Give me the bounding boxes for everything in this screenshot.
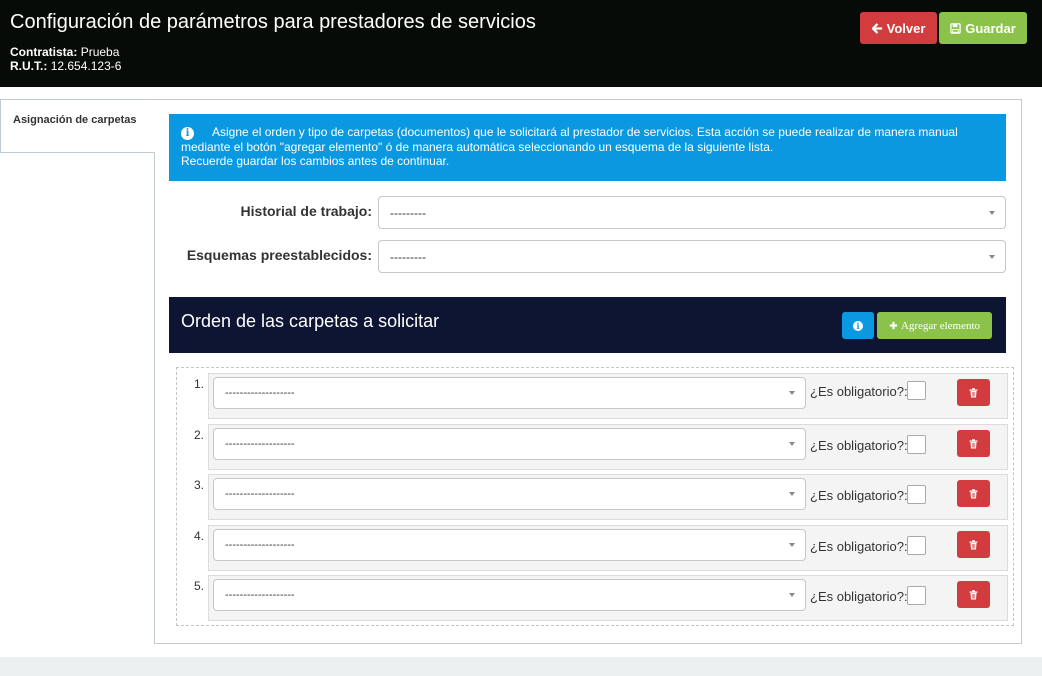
item-select-value: ------------------- xyxy=(225,589,295,601)
rut-value: 12.654.123-6 xyxy=(50,59,122,73)
page-header: Configuración de parámetros para prestad… xyxy=(0,0,1042,87)
tab-asignacion-carpetas[interactable]: Asignación de carpetas xyxy=(0,99,155,153)
delete-button[interactable] xyxy=(957,379,990,406)
obligatorio-checkbox[interactable] xyxy=(907,536,926,555)
chevron-down-icon xyxy=(789,593,795,597)
obligatorio-label: ¿Es obligatorio?: xyxy=(810,384,908,399)
historial-select-value: --------- xyxy=(390,205,426,220)
arrow-left-icon xyxy=(871,22,882,34)
item-select-value: ------------------- xyxy=(225,488,295,500)
item-select-value: ------------------- xyxy=(225,539,295,551)
chevron-down-icon xyxy=(989,210,995,215)
list-item: ------------------- ¿Es obligatorio?: xyxy=(208,474,1008,520)
item-select-value: ------------------- xyxy=(225,387,295,399)
rut-label: R.U.T.: xyxy=(10,59,48,73)
info-text-reminder: Recuerde guardar los cambios antes de co… xyxy=(181,154,450,168)
item-select-value: ------------------- xyxy=(225,438,295,450)
obligatorio-checkbox[interactable] xyxy=(907,381,926,400)
info-button[interactable]: i xyxy=(842,312,874,339)
volver-label: Volver xyxy=(886,20,926,36)
orden-section-header: Orden de las carpetas a solicitar i Agre… xyxy=(169,297,1006,353)
chevron-down-icon xyxy=(789,442,795,446)
chevron-down-icon xyxy=(789,492,795,496)
item-select[interactable]: ------------------- xyxy=(213,377,806,409)
contractor-info: Contratista: Prueba R.U.T.: 12.654.123-6 xyxy=(10,45,121,73)
agregar-label: Agregar elemento xyxy=(900,319,981,332)
trash-icon xyxy=(969,387,978,397)
info-alert: i Asigne el orden y tipo de carpetas (doc… xyxy=(169,114,1006,181)
list-item: ------------------- ¿Es obligatorio?: xyxy=(208,575,1008,621)
historial-label: Historial de trabajo: xyxy=(240,203,372,219)
list-item: ------------------- ¿Es obligatorio?: xyxy=(208,424,1008,470)
obligatorio-label: ¿Es obligatorio?: xyxy=(810,589,908,604)
esquemas-label: Esquemas preestablecidos: xyxy=(186,247,372,263)
plus-icon xyxy=(889,321,898,330)
delete-button[interactable] xyxy=(957,430,990,457)
obligatorio-label: ¿Es obligatorio?: xyxy=(810,539,908,554)
footer-strip xyxy=(0,657,1042,676)
trash-icon xyxy=(969,438,978,448)
obligatorio-label: ¿Es obligatorio?: xyxy=(810,488,908,503)
item-number: 2. xyxy=(194,428,205,442)
trash-icon xyxy=(969,589,978,599)
chevron-down-icon xyxy=(989,254,995,259)
trash-icon xyxy=(969,488,978,498)
orden-title: Orden de las carpetas a solicitar xyxy=(181,311,440,331)
esquemas-select[interactable]: --------- xyxy=(378,240,1006,273)
chevron-down-icon xyxy=(789,391,795,395)
guardar-button[interactable]: Guardar xyxy=(939,12,1027,44)
obligatorio-label: ¿Es obligatorio?: xyxy=(810,438,908,453)
info-text-main: Asigne el orden y tipo de carpetas (docu… xyxy=(181,125,958,154)
agregar-elemento-button[interactable]: Agregar elemento xyxy=(877,312,992,339)
item-number: 4. xyxy=(194,529,205,543)
item-number: 1. xyxy=(194,377,205,391)
item-select[interactable]: ------------------- xyxy=(213,579,806,611)
obligatorio-checkbox[interactable] xyxy=(907,435,926,454)
page-title: Configuración de parámetros para prestad… xyxy=(10,11,536,33)
historial-select[interactable]: --------- xyxy=(378,196,1006,229)
list-item: ------------------- ¿Es obligatorio?: xyxy=(208,373,1008,419)
info-icon: i xyxy=(181,127,194,140)
obligatorio-checkbox[interactable] xyxy=(907,485,926,504)
trash-icon xyxy=(969,539,978,549)
tab-label: Asignación de carpetas xyxy=(13,114,137,126)
floppy-disk-icon xyxy=(950,22,961,34)
item-select[interactable]: ------------------- xyxy=(213,529,806,561)
contratista-label: Contratista: xyxy=(10,45,78,59)
chevron-down-icon xyxy=(789,543,795,547)
contratista-value: Prueba xyxy=(80,45,120,59)
delete-button[interactable] xyxy=(957,480,990,507)
guardar-label: Guardar xyxy=(965,20,1016,36)
delete-button[interactable] xyxy=(957,531,990,558)
obligatorio-checkbox[interactable] xyxy=(907,586,926,605)
list-item: ------------------- ¿Es obligatorio?: xyxy=(208,525,1008,571)
item-select[interactable]: ------------------- xyxy=(213,478,806,510)
esquemas-select-value: --------- xyxy=(390,249,426,264)
item-select[interactable]: ------------------- xyxy=(213,428,806,460)
item-number: 5. xyxy=(194,579,205,593)
delete-button[interactable] xyxy=(957,581,990,608)
item-number: 3. xyxy=(194,478,205,492)
volver-button[interactable]: Volver xyxy=(860,12,937,44)
info-icon: i xyxy=(853,320,863,331)
